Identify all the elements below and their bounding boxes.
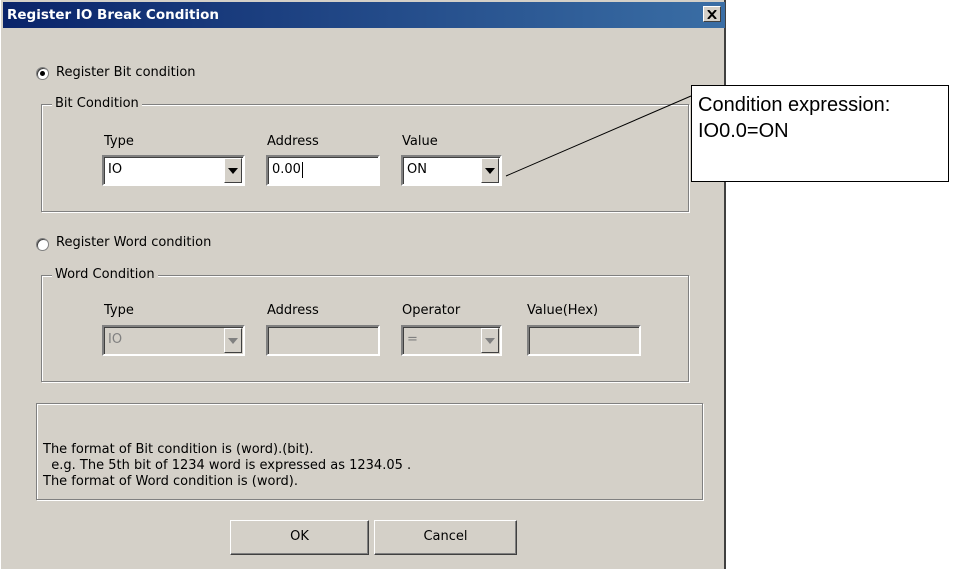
condition-expression-callout: Condition expression: IO0.0=ON bbox=[691, 85, 949, 182]
callout-line-2: IO0.0=ON bbox=[698, 120, 789, 142]
callout-line-1: Condition expression: bbox=[698, 94, 891, 116]
